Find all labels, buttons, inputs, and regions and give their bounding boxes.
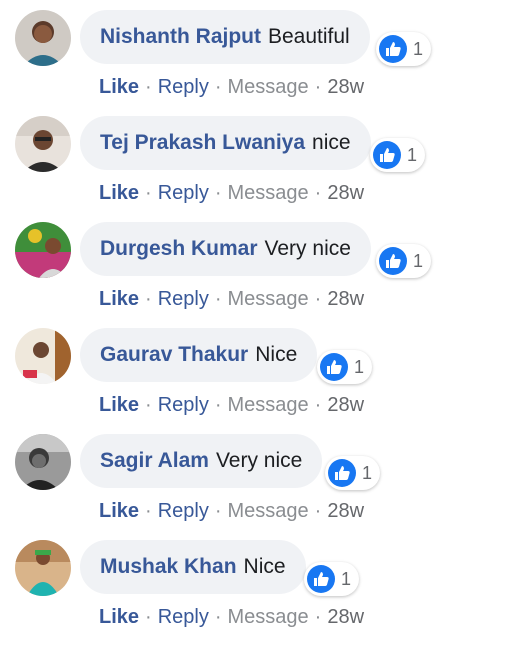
message-link[interactable]: Message [228,394,309,416]
timestamp[interactable]: 28w [327,606,364,628]
thumbs-up-icon [320,353,348,381]
timestamp[interactable]: 28w [327,76,364,98]
reaction-count: 1 [362,462,373,483]
like-link[interactable]: Like [99,182,139,204]
thumbs-up-icon [307,565,335,593]
reply-link[interactable]: Reply [158,288,209,310]
separator: · [214,606,222,628]
reaction-count: 1 [407,144,418,165]
thumbs-up-icon [379,35,407,63]
separator: · [145,182,152,204]
comment-bubble: Gaurav Thakur Nice [80,328,318,382]
thumbs-up-icon [373,141,401,169]
comment-bubble: Mushak Khan Nice [80,540,306,594]
reaction-count: 1 [413,38,424,59]
separator: · [145,606,152,628]
separator: · [314,288,322,310]
separator: · [214,394,222,416]
thumbs-up-icon [379,247,407,275]
like-link[interactable]: Like [99,500,139,522]
reply-link[interactable]: Reply [158,394,209,416]
separator: · [145,500,152,522]
reply-link[interactable]: Reply [158,76,209,98]
separator: · [214,182,222,204]
comment-bubble: Durgesh Kumar Very nice [80,222,371,276]
reaction-badge[interactable]: 1 [370,138,426,172]
comment-actions: Like · Reply · Message · 28w [99,76,364,99]
commenter-name[interactable]: Gaurav Thakur [100,343,248,367]
comment-text: Beautiful [268,25,350,48]
comment-item: Mushak Khan Nice 1 Like · Reply · Message · 28… [0,540,508,646]
separator: · [314,182,322,204]
separator: · [314,394,322,416]
comment-text: Nice [243,555,286,578]
timestamp[interactable]: 28w [327,182,364,204]
separator: · [214,76,222,98]
message-link[interactable]: Message [228,182,309,204]
comment-actions: Like · Reply · Message · 28w [99,288,364,311]
reaction-badge[interactable]: 1 [376,32,432,66]
like-link[interactable]: Like [99,76,139,98]
avatar[interactable] [15,10,71,66]
like-link[interactable]: Like [99,394,139,416]
avatar[interactable] [15,328,71,384]
like-link[interactable]: Like [99,606,139,628]
reaction-count: 1 [354,356,365,377]
message-link[interactable]: Message [228,76,309,98]
comment-bubble: Sagir Alam Very nice [80,434,323,488]
reply-link[interactable]: Reply [158,500,209,522]
comment-item: Nishanth Rajput Beautiful 1 Like · Reply · M… [0,10,508,116]
comment-text: Very nice [215,449,303,472]
commenter-name[interactable]: Nishanth Rajput [100,25,261,49]
reply-link[interactable]: Reply [158,606,209,628]
timestamp[interactable]: 28w [327,288,364,310]
commenter-name[interactable]: Mushak Khan [100,555,237,579]
separator: · [314,606,322,628]
comment-text: Nice [255,343,298,366]
comment-actions: Like · Reply · Message · 28w [99,500,364,523]
avatar[interactable] [15,116,71,172]
timestamp[interactable]: 28w [327,500,364,522]
separator: · [214,288,222,310]
reaction-count: 1 [413,250,424,271]
thumbs-up-icon [328,459,356,487]
message-link[interactable]: Message [228,288,309,310]
comment-item: Sagir Alam Very nice 1 Like · Reply · Messag… [0,434,508,540]
reaction-badge[interactable]: 1 [376,244,432,278]
comment-item: Durgesh Kumar Very nice 1 Like · Reply · Mes… [0,222,508,328]
comment-text: Very nice [264,237,351,260]
separator: · [145,76,152,98]
comment-actions: Like · Reply · Message · 28w [99,394,364,417]
commenter-name[interactable]: Durgesh Kumar [100,237,258,261]
comment-actions: Like · Reply · Message · 28w [99,606,364,629]
reaction-count: 1 [341,568,352,589]
separator: · [314,500,322,522]
comment-bubble: Nishanth Rajput Beautiful [80,10,370,64]
reaction-badge[interactable]: 1 [325,456,381,490]
timestamp[interactable]: 28w [327,394,364,416]
comment-text: nice [312,131,351,154]
comment-item: Tej Prakash Lwaniya nice 1 Like · Reply · Me… [0,116,508,222]
avatar[interactable] [15,434,71,490]
separator: · [214,500,222,522]
comment-item: Gaurav Thakur Nice 1 Like · Reply · Message ·… [0,328,508,434]
commenter-name[interactable]: Tej Prakash Lwaniya [100,131,305,155]
comment-bubble: Tej Prakash Lwaniya nice [80,116,371,170]
comment-actions: Like · Reply · Message · 28w [99,182,364,205]
commenter-name[interactable]: Sagir Alam [100,449,209,473]
reaction-badge[interactable]: 1 [317,350,373,384]
separator: · [145,394,152,416]
separator: · [145,288,152,310]
like-link[interactable]: Like [99,288,139,310]
message-link[interactable]: Message [228,606,309,628]
separator: · [314,76,322,98]
avatar[interactable] [15,222,71,278]
message-link[interactable]: Message [228,500,309,522]
reaction-badge[interactable]: 1 [304,562,360,596]
reply-link[interactable]: Reply [158,182,209,204]
avatar[interactable] [15,540,71,596]
